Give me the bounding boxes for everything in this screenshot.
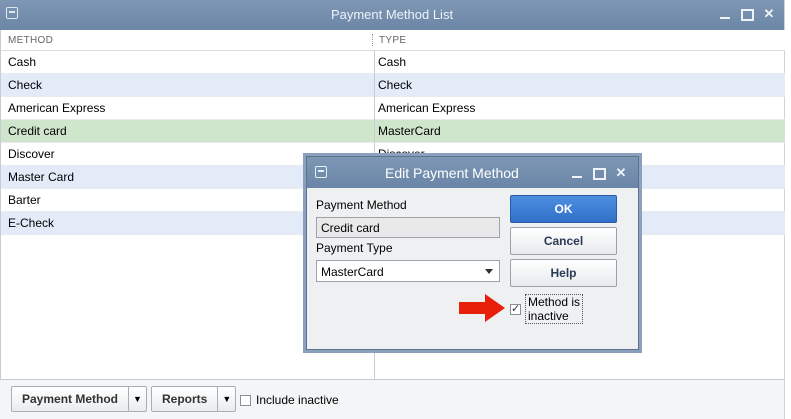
method-inactive-label-line2: inactive	[528, 309, 569, 323]
edit-payment-method-dialog: Edit Payment Method ✕ Payment Method Cre…	[306, 156, 639, 350]
payment-method-button-label[interactable]: Payment Method	[12, 392, 128, 406]
window-controls: ✕	[718, 6, 776, 22]
method-cell: Discover	[8, 147, 55, 161]
dialog-body: Payment Method Credit card Payment Type …	[307, 188, 638, 349]
method-cell: Credit card	[8, 124, 67, 138]
method-cell: Cash	[8, 55, 37, 69]
main-window-title: Payment Method List	[330, 7, 454, 22]
reports-menu-button[interactable]: Reports ▼	[151, 386, 237, 412]
cancel-button[interactable]: Cancel	[510, 227, 617, 255]
payment-method-menu-button[interactable]: Payment Method ▼	[11, 386, 148, 412]
column-separator[interactable]	[372, 34, 373, 46]
reports-button-label[interactable]: Reports	[152, 392, 217, 406]
type-cell: Cash	[378, 55, 407, 69]
method-cell: Master Card	[8, 170, 75, 184]
main-window-titlebar[interactable]: Payment Method List ✕	[0, 0, 784, 30]
dropdown-caret-icon[interactable]: ▼	[128, 387, 146, 411]
payment-method-label: Payment Method	[316, 198, 407, 212]
dialog-window-controls: ✕	[570, 165, 628, 181]
chevron-down-icon[interactable]	[485, 269, 493, 274]
window-edge	[784, 0, 791, 419]
minimize-icon[interactable]	[718, 6, 732, 22]
red-arrow-icon	[459, 294, 505, 322]
list-row[interactable]: Cash Cash	[1, 51, 785, 74]
type-cell: American Express	[378, 101, 476, 115]
payment-type-label: Payment Type	[316, 241, 393, 255]
method-inactive-label: Method is inactive	[525, 294, 584, 324]
close-icon[interactable]: ✕	[614, 165, 628, 181]
dialog-title: Edit Payment Method	[385, 165, 519, 181]
payment-method-field[interactable]: Credit card	[316, 217, 500, 238]
payment-type-value: MasterCard	[321, 265, 384, 279]
checkbox-icon[interactable]	[510, 302, 521, 315]
close-icon[interactable]: ✕	[762, 6, 776, 22]
dropdown-caret-icon[interactable]: ▼	[217, 387, 235, 411]
column-header-type[interactable]: TYPE	[379, 35, 406, 46]
method-inactive-checkbox[interactable]: Method is inactive	[510, 294, 584, 324]
column-header-row: METHOD TYPE	[1, 30, 785, 51]
maximize-icon[interactable]	[740, 6, 754, 22]
minimize-icon[interactable]	[570, 165, 584, 181]
method-cell: E-Check	[8, 216, 55, 230]
ok-button[interactable]: OK	[510, 195, 617, 223]
window-menu-icon[interactable]	[315, 166, 327, 178]
include-inactive-label: Include inactive	[256, 393, 339, 407]
payment-type-select[interactable]: MasterCard	[316, 260, 500, 282]
include-inactive-checkbox[interactable]: Include inactive	[240, 393, 339, 407]
method-cell: Check	[8, 78, 43, 92]
method-inactive-label-line1: Method is	[528, 295, 581, 309]
method-cell: American Express	[8, 101, 106, 115]
list-row[interactable]: Check Check	[1, 74, 785, 97]
list-row[interactable]: American Express American Express	[1, 97, 785, 120]
list-row-selected[interactable]: Credit card MasterCard	[1, 120, 785, 143]
method-cell: Barter	[8, 193, 41, 207]
column-header-method[interactable]: METHOD	[8, 35, 53, 46]
type-cell: Check	[378, 78, 413, 92]
checkbox-icon[interactable]	[240, 394, 251, 406]
bottom-toolbar: Payment Method ▼ Reports ▼ Include inact…	[0, 379, 784, 419]
maximize-icon[interactable]	[592, 165, 606, 181]
type-cell: MasterCard	[378, 124, 441, 138]
dialog-titlebar[interactable]: Edit Payment Method ✕	[307, 157, 638, 188]
help-button[interactable]: Help	[510, 259, 617, 287]
